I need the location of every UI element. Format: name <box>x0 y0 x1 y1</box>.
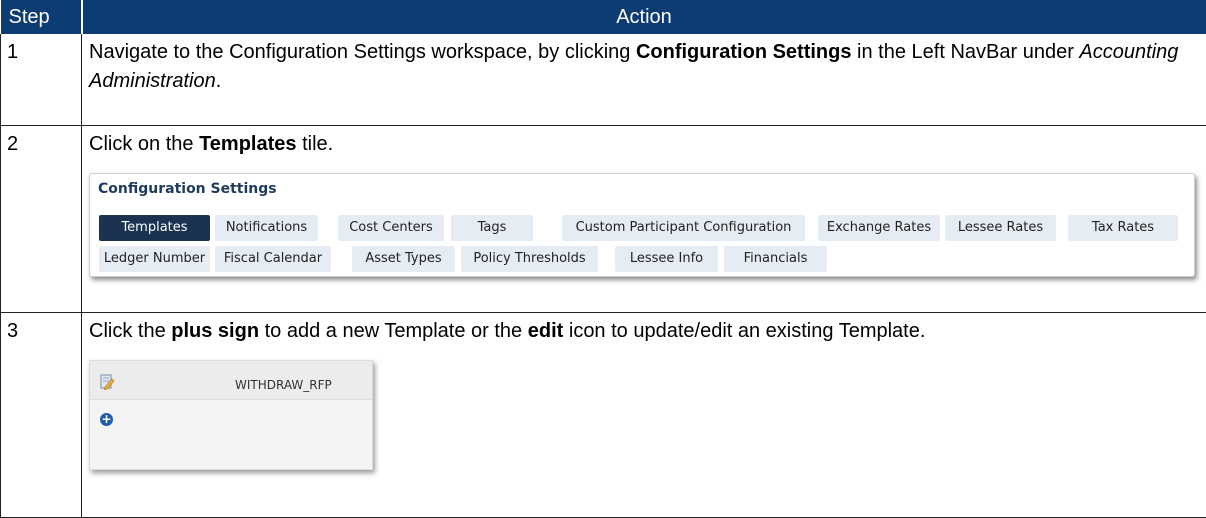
tile-cost-centers[interactable]: Cost Centers <box>338 215 444 241</box>
step-action-text: Click the plus sign to add a new Templat… <box>89 317 1201 346</box>
tile-fiscal-calendar[interactable]: Fiscal Calendar <box>215 246 331 272</box>
action-column-header: Action <box>82 0 1206 34</box>
tile-ledger-number[interactable]: Ledger Number <box>99 246 210 272</box>
panel-title: Configuration Settings <box>98 180 277 198</box>
action-text: Click on the <box>89 133 199 155</box>
tile-templates[interactable]: Templates <box>99 215 210 241</box>
step-action-text: Navigate to the Configuration Settings w… <box>82 34 1206 126</box>
tile-financials[interactable]: Financials <box>724 246 827 272</box>
steps-table: Step Action 1 Navigate to the Configurat… <box>0 0 1206 518</box>
bold-term: Templates <box>199 133 296 155</box>
step-number: 2 <box>1 126 82 313</box>
step-column-header: Step <box>1 0 82 34</box>
step-action-cell: Click on the Templates tile. Configurati… <box>82 126 1206 313</box>
template-name: WITHDRAW_RFP <box>235 371 332 400</box>
action-text: Navigate to the Configuration Settings w… <box>89 41 636 63</box>
step-row-2: 2 Click on the Templates tile. Configura… <box>1 126 1206 313</box>
step-action-text: Click on the Templates tile. <box>89 130 1201 159</box>
edit-icon[interactable] <box>99 369 115 385</box>
tile-custom-participant-configuration[interactable]: Custom Participant Configuration <box>562 215 805 241</box>
tile-lessee-info[interactable]: Lessee Info <box>615 246 718 272</box>
bold-term: Configuration Settings <box>636 41 852 63</box>
step-number: 1 <box>1 34 82 126</box>
configuration-settings-panel: Configuration Settings Templates Notific… <box>89 173 1195 277</box>
action-text: in the Left NavBar under <box>852 41 1080 63</box>
bold-term: edit <box>528 320 564 342</box>
tile-exchange-rates[interactable]: Exchange Rates <box>818 215 940 241</box>
action-text: to add a new Template or the <box>259 320 528 342</box>
step-row-3: 3 Click the plus sign to add a new Templ… <box>1 313 1206 518</box>
plus-circle-icon[interactable]: + <box>100 413 113 426</box>
tile-tags[interactable]: Tags <box>451 215 533 241</box>
tile-lessee-rates[interactable]: Lessee Rates <box>945 215 1056 241</box>
tile-asset-types[interactable]: Asset Types <box>352 246 455 272</box>
step-row-1: 1 Navigate to the Configuration Settings… <box>1 34 1206 126</box>
step-action-cell: Click the plus sign to add a new Templat… <box>82 313 1206 518</box>
template-list-panel: WITHDRAW_RFP + <box>89 360 373 470</box>
action-text: tile. <box>297 133 334 155</box>
template-row: WITHDRAW_RFP <box>90 361 372 400</box>
header-row: Step Action <box>1 0 1206 34</box>
step-number: 3 <box>1 313 82 518</box>
tile-policy-thresholds[interactable]: Policy Thresholds <box>461 246 598 272</box>
bold-term: plus sign <box>171 320 259 342</box>
action-text: Click the <box>89 320 171 342</box>
action-text: icon to update/edit an existing Template… <box>563 320 925 342</box>
action-text: . <box>216 70 222 92</box>
tile-notifications[interactable]: Notifications <box>215 215 318 241</box>
tile-tax-rates[interactable]: Tax Rates <box>1068 215 1178 241</box>
